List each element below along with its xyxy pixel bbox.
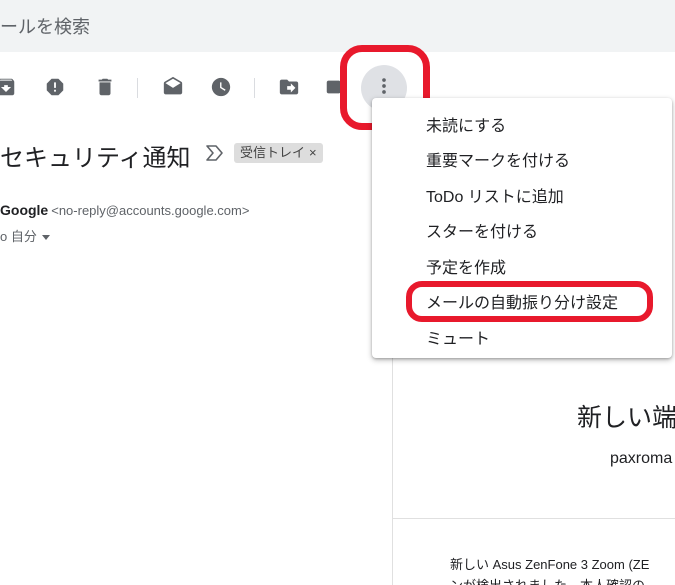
menu-item-mute[interactable]: ミュート (426, 325, 490, 349)
search-bar[interactable]: ールを検索 (0, 0, 675, 52)
sender-address: <no-reply@accounts.google.com> (51, 203, 250, 218)
menu-item-add-to-tasks[interactable]: ToDo リストに追加 (426, 183, 564, 207)
label-icon[interactable] (324, 76, 346, 98)
body-divider (393, 518, 675, 519)
mark-as-read-icon[interactable] (162, 76, 184, 98)
inbox-label-text: 受信トレイ (240, 145, 306, 160)
body-paragraph-line-1: 新しい Asus ZenFone 3 Zoom (ZE (450, 557, 650, 572)
chevron-down-icon[interactable] (41, 235, 50, 241)
menu-item-filter-messages[interactable]: メールの自動振り分け設定 (426, 289, 618, 313)
body-paragraph-line-2: ンが検出されました。本人確認の (450, 575, 645, 585)
more-options-menu: 未読にする 重要マークを付ける ToDo リストに追加 スターを付ける 予定を作… (372, 98, 672, 358)
email-body: 新しい端 paxroma 新しい Asus ZenFone 3 Zoom (ZE… (392, 355, 675, 585)
recipient-text: o 自分 (0, 229, 37, 244)
body-heading: 新しい端 (577, 404, 675, 432)
snooze-icon[interactable] (210, 76, 232, 98)
search-input[interactable]: ールを検索 (0, 13, 90, 39)
archive-icon[interactable] (0, 76, 17, 98)
sender-name: Google (0, 202, 49, 218)
menu-item-mark-unread[interactable]: 未読にする (426, 112, 506, 136)
menu-item-add-star[interactable]: スターを付ける (426, 218, 538, 242)
importance-marker-icon[interactable] (205, 144, 225, 162)
sender-line: Google <no-reply@accounts.google.com> (0, 202, 249, 218)
menu-item-create-event[interactable]: 予定を作成 (426, 254, 506, 278)
body-account-email: paxroma (610, 450, 673, 467)
menu-item-mark-important[interactable]: 重要マークを付ける (426, 147, 570, 171)
remove-label-icon[interactable]: × (309, 145, 317, 160)
report-spam-icon[interactable] (44, 76, 66, 98)
delete-icon[interactable] (94, 76, 116, 98)
inbox-label-chip[interactable]: 受信トレイ × (234, 143, 323, 163)
recipient-line[interactable]: o 自分 (0, 226, 50, 245)
move-to-icon[interactable] (278, 76, 300, 98)
email-subject: セキュリティ通知 (0, 145, 191, 172)
